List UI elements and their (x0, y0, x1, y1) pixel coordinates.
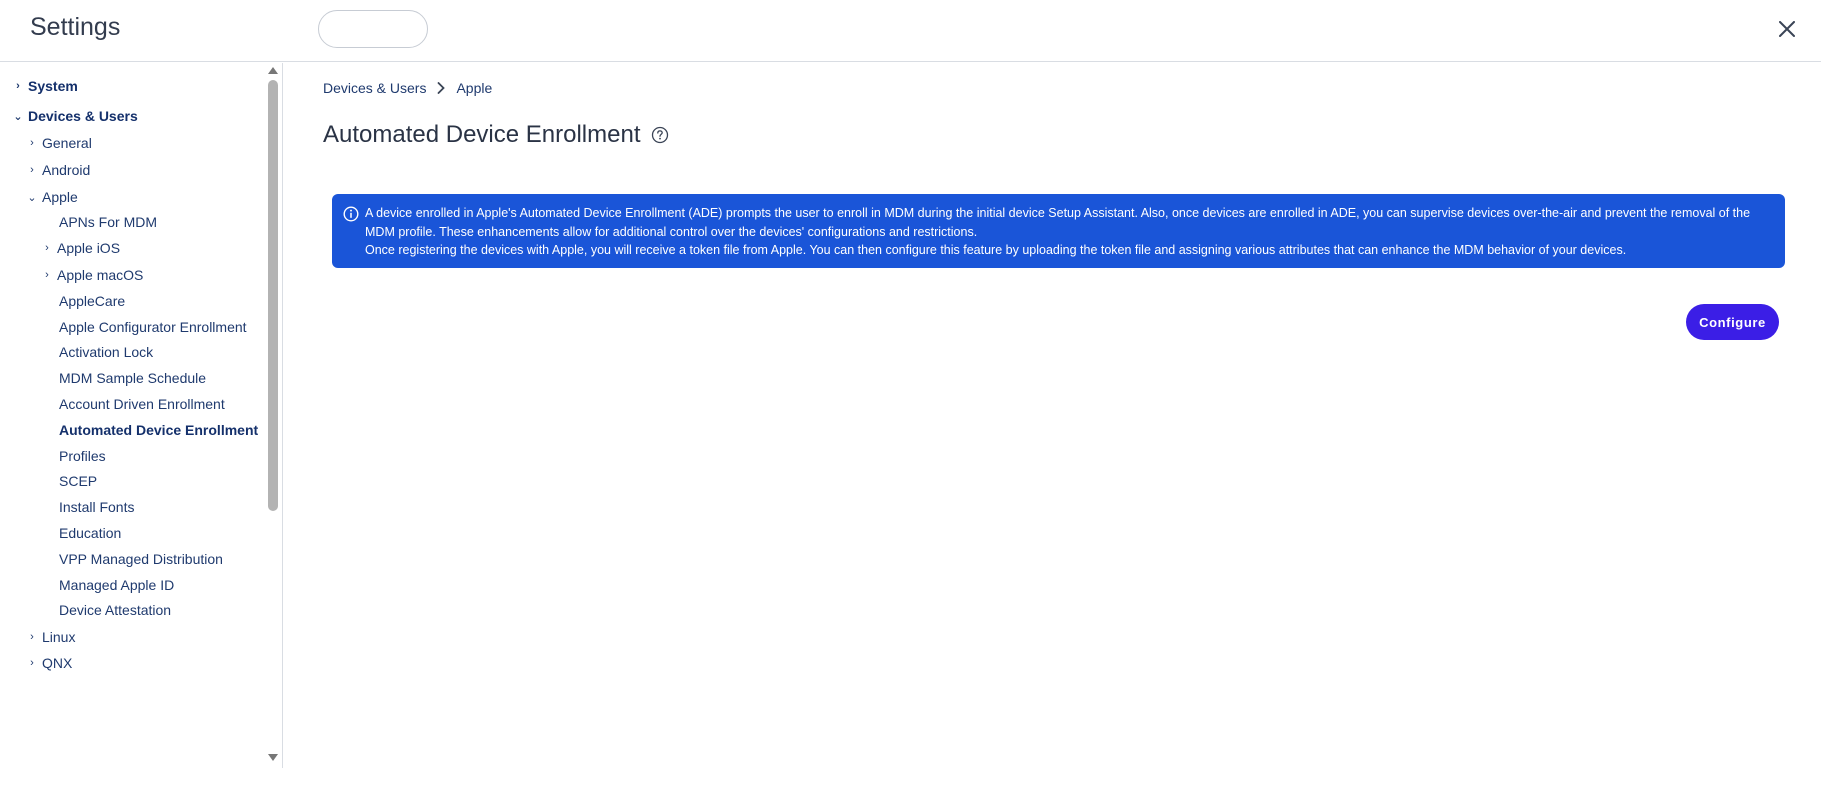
sidebar-item-profiles[interactable]: Profiles (59, 444, 106, 468)
sidebar-item-education[interactable]: Education (59, 521, 121, 545)
sidebar-item-label: MDM Sample Schedule (59, 370, 207, 386)
sidebar-item-label: Install Fonts (59, 499, 135, 515)
sidebar-item-linux[interactable]: › Linux (26, 625, 75, 649)
chevron-down-icon: ⌄ (13, 110, 23, 123)
breadcrumb: Devices & Users Apple (323, 80, 492, 96)
sidebar-item-label: QNX (42, 655, 73, 671)
chevron-right-icon: › (45, 242, 49, 254)
sidebar-item-label: SCEP (59, 473, 98, 489)
sidebar-item-label: Android (42, 162, 91, 178)
close-button[interactable] (1772, 14, 1802, 44)
sidebar-item-apple-configurator-enrollment[interactable]: Apple Configurator Enrollment (59, 315, 247, 339)
sidebar-item-android[interactable]: › Android (26, 158, 90, 182)
sidebar-item-apple-ios[interactable]: › Apple iOS (41, 236, 120, 260)
sidebar-item-apns-for-mdm[interactable]: APNs For MDM (59, 210, 157, 234)
sidebar-item-activation-lock[interactable]: Activation Lock (59, 340, 153, 364)
sidebar-item-label: Profiles (59, 448, 106, 464)
chevron-right-icon (437, 82, 446, 94)
sidebar-item-general[interactable]: › General (26, 131, 92, 155)
sidebar-item-label: Apple (42, 189, 78, 205)
sidebar-item-devices-users[interactable]: ⌄ Devices & Users (12, 104, 138, 128)
sidebar-item-label: Device Attestation (59, 602, 172, 618)
sidebar-item-label: Linux (42, 629, 76, 645)
chevron-right-icon: › (30, 631, 34, 643)
sidebar-item-vpp-managed-distribution[interactable]: VPP Managed Distribution (59, 547, 223, 571)
configure-button[interactable]: Configure (1686, 304, 1779, 340)
sidebar-item-device-attestation[interactable]: Device Attestation (59, 598, 171, 622)
sidebar-item-label: Education (59, 525, 122, 541)
chevron-right-icon: › (30, 164, 34, 176)
sidebar-item-qnx[interactable]: › QNX (26, 651, 72, 675)
sidebar-item-applecare[interactable]: AppleCare (59, 289, 125, 313)
settings-header: Settings (0, 0, 1821, 62)
sidebar-item-label: General (42, 135, 92, 151)
sidebar-item-label: Apple macOS (57, 267, 144, 283)
main-content: Devices & Users Apple Automated Device E… (284, 63, 1821, 768)
chevron-right-icon: › (16, 80, 20, 92)
sidebar-item-install-fonts[interactable]: Install Fonts (59, 495, 134, 519)
sidebar-item-label: Apple Configurator Enrollment (59, 319, 247, 335)
sidebar-item-apple[interactable]: ⌄ Apple (26, 185, 78, 209)
sidebar-item-apple-macos[interactable]: › Apple macOS (41, 263, 143, 287)
info-banner-text-2: Once registering the devices with Apple,… (365, 243, 1627, 257)
sidebar-item-label: Account Driven Enrollment (59, 396, 225, 412)
scroll-down-arrow-icon[interactable] (268, 754, 278, 761)
sidebar-item-automated-device-enrollment[interactable]: Automated Device Enrollment (59, 418, 258, 442)
scroll-up-arrow-icon[interactable] (268, 67, 278, 74)
chevron-right-icon: › (30, 137, 34, 149)
info-banner-text-1: A device enrolled in Apple's Automated D… (365, 206, 1751, 239)
sidebar-item-label: AppleCare (59, 293, 126, 309)
close-icon (1779, 21, 1795, 37)
settings-sidebar: › System ⌄ Devices & Users › General › Android ⌄… (0, 63, 283, 768)
sidebar-item-label: APNs For MDM (59, 214, 157, 230)
settings-title: Settings (30, 13, 121, 41)
chevron-right-icon: › (30, 657, 34, 669)
sidebar-item-system[interactable]: › System (12, 74, 78, 98)
breadcrumb-devices-users[interactable]: Devices & Users (323, 80, 426, 96)
chevron-down-icon: ⌄ (27, 191, 37, 204)
breadcrumb-apple[interactable]: Apple (456, 80, 492, 96)
sidebar-item-managed-apple-id[interactable]: Managed Apple ID (59, 573, 174, 597)
page-title: Automated Device Enrollment (323, 121, 641, 148)
info-banner: A device enrolled in Apple's Automated D… (332, 194, 1785, 268)
sidebar-item-mdm-sample-schedule[interactable]: MDM Sample Schedule (59, 366, 206, 390)
sidebar-item-label: Apple iOS (57, 240, 121, 256)
sidebar-item-label: Activation Lock (59, 344, 154, 360)
sidebar-item-label: System (28, 78, 78, 94)
scrollbar-thumb[interactable] (268, 80, 278, 511)
sidebar-item-label: Devices & Users (28, 108, 138, 124)
search-pill[interactable] (318, 10, 428, 48)
sidebar-item-label: Automated Device Enrollment (59, 422, 259, 438)
help-icon[interactable] (651, 126, 669, 144)
chevron-right-icon: › (45, 269, 49, 281)
sidebar-item-label: VPP Managed Distribution (59, 551, 223, 567)
sidebar-item-scep[interactable]: SCEP (59, 469, 97, 493)
info-icon (343, 206, 359, 228)
sidebar-item-account-driven-enrollment[interactable]: Account Driven Enrollment (59, 392, 225, 416)
page-title-row: Automated Device Enrollment (323, 121, 669, 149)
sidebar-item-label: Managed Apple ID (59, 577, 175, 593)
